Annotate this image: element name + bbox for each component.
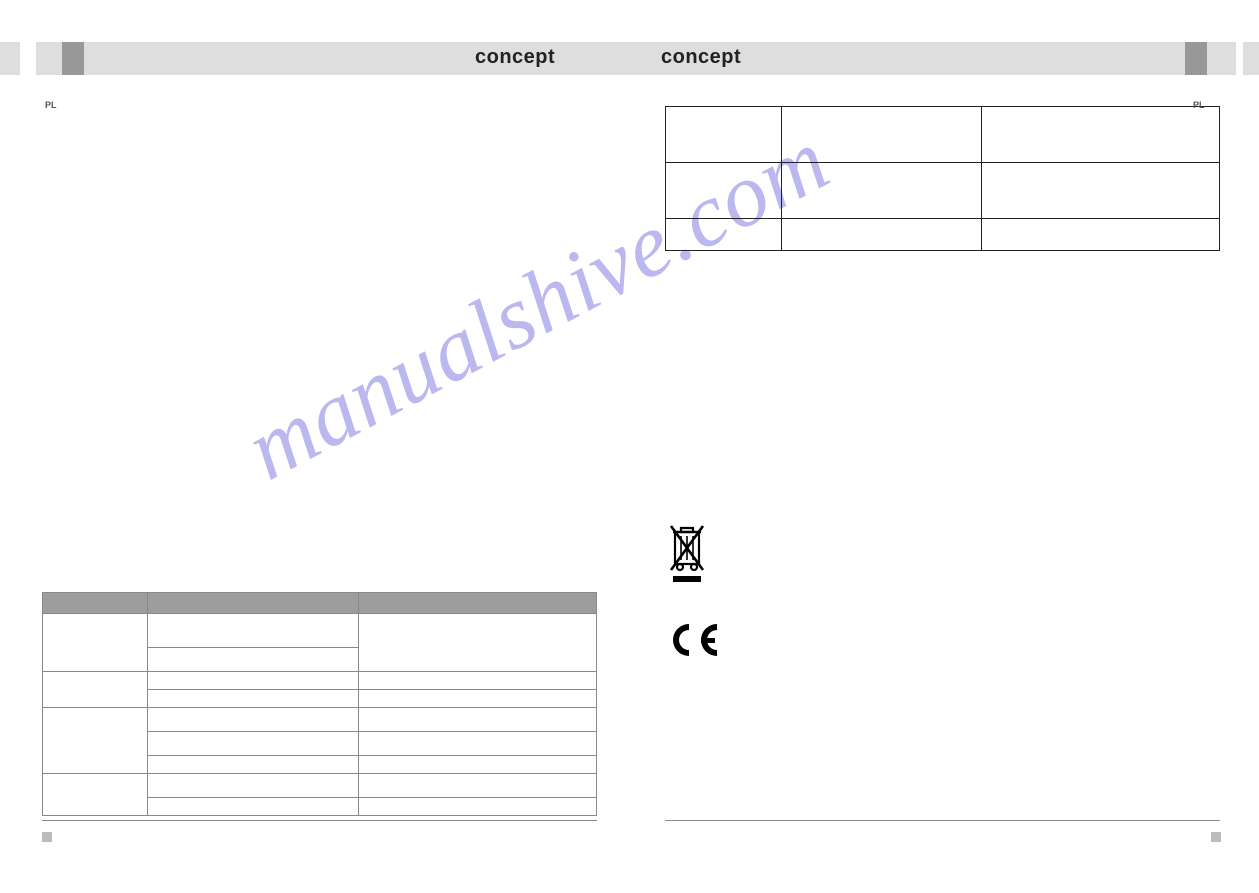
table-header: Rozwiązanie [358,592,596,613]
paragraph: … [665,282,1220,294]
ce-mark-icon [665,620,723,660]
header-band-outer-left [0,42,20,75]
table-cell [148,773,359,797]
weee-bin-icon [665,520,709,584]
table-cell [666,163,782,219]
footer-square-left [42,832,52,842]
footer-square-right [1211,832,1221,842]
table-cell [666,107,782,163]
table-cell: Sprawdź przewód zasilający i bezpiecznik… [358,613,596,671]
table-cell [43,707,148,773]
table-cell [148,797,359,815]
table-cell [981,163,1219,219]
brand-logo-left: concept [475,46,555,69]
troubleshooting-table: Problem Przyczyna Rozwiązanie Urządzenie… [42,592,597,816]
section-title-environment: OCHRONA ŚRODOWISKA [665,308,1220,319]
table-cell [666,219,782,251]
left-page: PL … … … … ROZWIĄZYWANIE PROBLEMÓW Probl… [42,100,597,816]
table-cell [43,671,148,707]
section-title-troubleshooting: ROZWIĄZYWANIE PROBLEMÓW [42,193,597,204]
table-cell [148,731,359,755]
continuation-table [665,106,1220,251]
table-row [43,773,597,797]
table-cell [358,671,596,689]
table-cell [358,755,596,773]
page-number-left: 28 [60,832,70,842]
table-cell [148,755,359,773]
table-header: Przyczyna [148,592,359,613]
paragraph: … [665,369,1220,381]
footer-rule-left [42,820,597,821]
table-cell [782,163,981,219]
table-header: Problem [43,592,148,613]
table-cell: Urządzenie nie działa [43,613,148,671]
table-cell [981,107,1219,163]
table-cell [148,689,359,707]
table-header-row: Problem Przyczyna Rozwiązanie [43,592,597,613]
table-cell: Brak zasilania [148,613,359,647]
table-row: Urządzenie nie działa Brak zasilania Spr… [43,613,597,647]
header-band-main [36,42,1236,75]
paragraph: … [42,122,597,134]
table-cell [358,773,596,797]
language-badge-left: PL [45,100,69,110]
table-row [666,163,1220,219]
table-cell: Niewłaściwe podłączenie [148,647,359,671]
table-cell [358,689,596,707]
table-row [43,707,597,731]
table-cell [43,773,148,815]
table-cell [358,707,596,731]
page-number-right: 29 [1189,832,1199,842]
paragraph: … [665,325,1220,337]
table-cell [782,107,981,163]
header-band-outer-right [1243,42,1259,75]
brand-logo-right: concept [661,46,741,69]
model-code-right: VP4170 [665,832,697,842]
paragraph: … [42,166,597,178]
table-row [666,219,1220,251]
table-cell [148,671,359,689]
table-row [43,671,597,689]
footer-rule-right [665,820,1220,821]
table-cell [782,219,981,251]
table-cell [358,731,596,755]
table-cell [981,219,1219,251]
header-tab-left [62,42,84,75]
table-cell [148,707,359,731]
paragraph: … [42,144,597,156]
section-title-service: SERWIS [665,265,1220,276]
header-tab-right [1185,42,1207,75]
table-row [666,107,1220,163]
paragraph: … [42,100,597,112]
language-badge-right: PL [1193,100,1217,110]
paragraph: … [665,347,1220,359]
right-page: PL SERWIS … OCHRONA ŚRODOWISKA … … … [665,100,1220,392]
model-code-left: VP4170 [520,832,552,842]
table-cell [358,797,596,815]
